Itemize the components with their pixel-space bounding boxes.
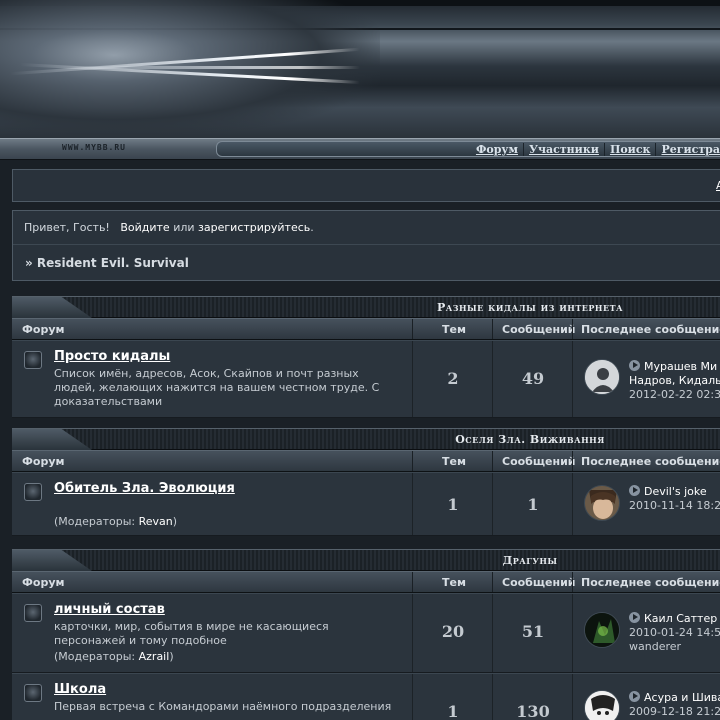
forum-description: Первая встреча с Командорами наёмного по… [54, 700, 392, 713]
forum-status-icon [24, 351, 42, 369]
category-block: Разные кидалы из интернета Форум Тем Соо… [12, 296, 720, 418]
category-block: Драгуны Форум Тем Сообщений Последнее со… [12, 549, 720, 720]
register-link[interactable]: зарегистрируйтесь [198, 221, 310, 234]
forum-status-icon [24, 604, 42, 622]
nav-search-link[interactable]: Поиск [603, 142, 656, 156]
topics-count: 20 [441, 622, 465, 641]
last-post-date: 2010-01-24 14:5 [629, 626, 720, 639]
go-to-post-icon[interactable] [629, 612, 640, 623]
breadcrumb[interactable]: » Resident Evil. Survival [25, 256, 189, 270]
forum-row: личный состав карточки, мир, события в м… [12, 593, 720, 673]
category-title: Разные кидалы из интернета [436, 301, 624, 314]
column-forum: Форум [22, 323, 65, 336]
site-logo[interactable]: WWW.MYBB.RU [62, 143, 126, 152]
go-to-post-icon[interactable] [629, 485, 640, 496]
column-topics: Тем [442, 576, 466, 589]
column-last-post: Последнее сообщение [581, 323, 720, 336]
column-posts: Сообщений [502, 323, 576, 336]
forum-link[interactable]: Школа [54, 682, 106, 697]
last-post-author: wanderer [629, 640, 682, 653]
last-post-date: 2010-11-14 18:2 [629, 499, 720, 512]
category-title: Оселя Зла. Виживання [455, 433, 605, 446]
column-last-post: Последнее сообщение [581, 576, 720, 589]
default-user-icon[interactable] [584, 359, 620, 395]
forum-status-icon [24, 483, 42, 501]
last-post-link[interactable]: Мурашев Ми [644, 360, 717, 373]
forum-row: Школа Первая встреча с Командорами наёмн… [12, 673, 720, 720]
last-post-link[interactable]: Асура и Шива [644, 691, 720, 704]
announcement-panel: А [12, 169, 720, 202]
login-link[interactable]: Войдите [120, 221, 169, 234]
forum-moderators: (Модераторы: Revan) [54, 515, 178, 528]
column-header-row: Форум Тем Сообщений Последнее сообщение [12, 318, 720, 340]
column-posts: Сообщений [502, 455, 576, 468]
welcome-panel: Привет, Гость! Войдите или зарегистрируй… [12, 210, 720, 281]
forum-link[interactable]: личный состав [54, 602, 165, 617]
category-title: Драгуны [502, 554, 558, 567]
nav-members-link[interactable]: Участники [523, 142, 604, 156]
posts-count: 51 [521, 622, 545, 641]
or-text: или [173, 221, 195, 234]
topics-count: 1 [447, 702, 459, 720]
forum-description: Список имён, адресов, Асок, Скайпов и по… [54, 367, 380, 408]
moderator-link[interactable]: Azrail [139, 650, 170, 663]
last-post-link[interactable]: Каил Саттер [644, 612, 717, 625]
nav-bar: WWW.MYBB.RU Форум Участники Поиск Регист… [0, 138, 720, 160]
category-header: Драгуны [12, 549, 720, 571]
header-banner [0, 0, 720, 138]
forum-row: Обитель Зла. Эволюция (Модераторы: Revan… [12, 472, 720, 536]
green-dark-avatar[interactable] [584, 612, 620, 648]
forum-moderators: (Модераторы: Azrail) [54, 650, 174, 663]
posts-count: 130 [516, 702, 550, 720]
go-to-post-icon[interactable] [629, 691, 640, 702]
column-posts: Сообщений [502, 576, 576, 589]
forum-link[interactable]: Обитель Зла. Эволюция [54, 481, 235, 496]
sketch-avatar[interactable] [584, 690, 620, 720]
forum-description: карточки, мир, события в мире не касающи… [54, 620, 329, 647]
column-header-row: Форум Тем Сообщений Последнее сообщение [12, 571, 720, 593]
last-post-date: 2012-02-22 02:3 [629, 388, 720, 401]
last-post-link-cont[interactable]: Надров, Кидалы [629, 374, 720, 387]
topics-count: 2 [447, 369, 459, 388]
posts-count: 1 [527, 495, 539, 514]
posts-count: 49 [521, 369, 545, 388]
greeting-text: Привет, Гость! [24, 221, 110, 234]
topics-count: 1 [447, 495, 459, 514]
divider [13, 244, 720, 245]
forum-row: Просто кидалы Список имён, адресов, Асок… [12, 340, 720, 418]
moderator-link[interactable]: Revan [139, 515, 173, 528]
announcement-link[interactable]: А [716, 179, 720, 192]
column-topics: Тем [442, 455, 466, 468]
column-forum: Форум [22, 455, 65, 468]
column-last-post: Последнее сообщение [581, 455, 720, 468]
nav-forum-link[interactable]: Форум [471, 143, 523, 156]
nav-menu: Форум Участники Поиск Регистра [216, 141, 720, 157]
last-post-link[interactable]: Devil's joke [644, 485, 707, 498]
anime-avatar-brown[interactable] [584, 485, 620, 521]
welcome-message: Привет, Гость! Войдите или зарегистрируй… [24, 221, 314, 234]
column-topics: Тем [442, 323, 466, 336]
column-header-row: Форум Тем Сообщений Последнее сообщение [12, 450, 720, 472]
forum-link[interactable]: Просто кидалы [54, 349, 170, 364]
category-header: Разные кидалы из интернета [12, 296, 720, 318]
last-post-date: 2009-12-18 21:2 [629, 705, 720, 718]
column-forum: Форум [22, 576, 65, 589]
period-text: . [310, 221, 314, 234]
category-header: Оселя Зла. Виживання [12, 428, 720, 450]
nav-register-link[interactable]: Регистра [655, 142, 720, 156]
forum-status-icon [24, 684, 42, 702]
category-block: Оселя Зла. Виживання Форум Тем Сообщений… [12, 428, 720, 536]
go-to-post-icon[interactable] [629, 360, 640, 371]
banner-light-beam [60, 66, 360, 69]
